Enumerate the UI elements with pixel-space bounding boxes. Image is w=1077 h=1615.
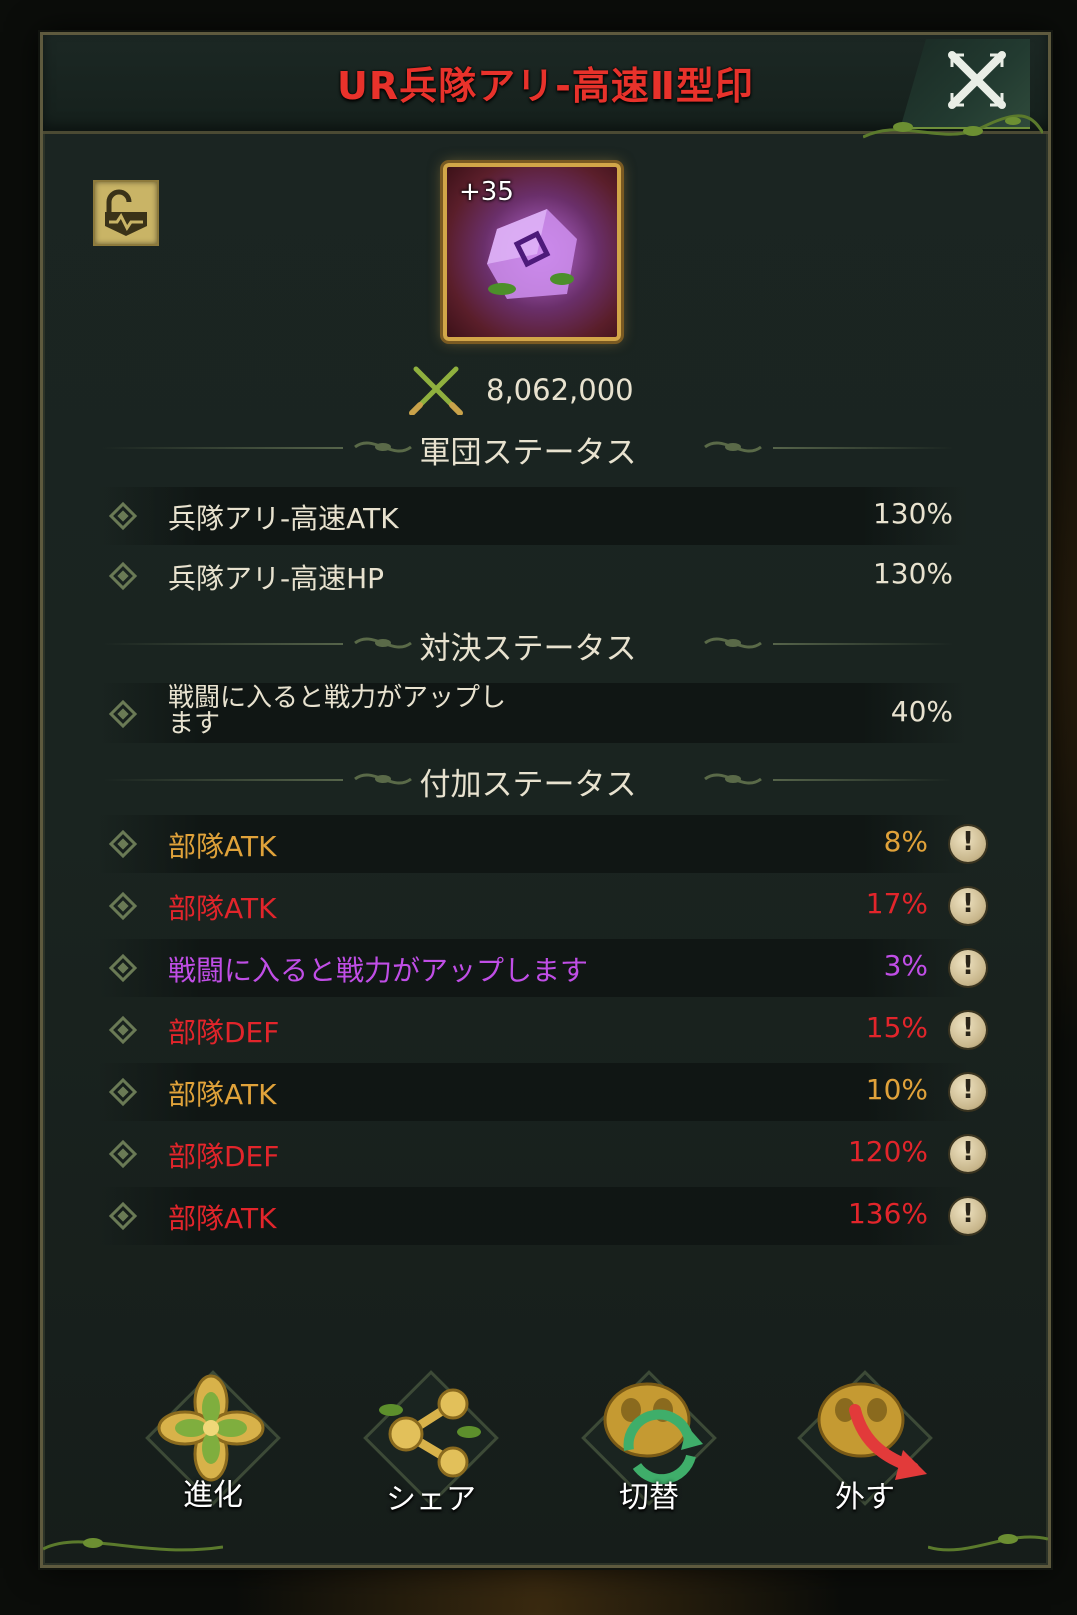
info-button[interactable]: !: [950, 950, 986, 986]
section-header-extra: 付加ステータス: [103, 759, 953, 803]
section-title-duel: 対決ステータス: [419, 631, 637, 667]
info-icon: !: [962, 1013, 974, 1043]
vine-decoration-icon: [43, 1538, 223, 1552]
info-button[interactable]: !: [950, 1012, 986, 1048]
diamond-bullet-icon: [108, 891, 138, 921]
stat-value: 136%: [847, 1197, 928, 1230]
close-icon: [948, 51, 1006, 109]
share-label: シェア: [386, 1482, 476, 1517]
ornament-icon: [704, 773, 762, 785]
diamond-bullet-icon: [108, 1015, 138, 1045]
extra-stat-row: 部隊DEF 120% !: [98, 1125, 986, 1183]
info-button[interactable]: !: [950, 1074, 986, 1110]
legion-stat-row: 兵隊アリ-高速HP 130%: [98, 547, 968, 605]
diamond-bullet-icon: [108, 829, 138, 859]
stat-name: 戦闘に入ると戦力がアップします: [168, 954, 589, 987]
extra-stat-row: 戦闘に入ると戦力がアップします 3% !: [98, 939, 986, 997]
title-bar: UR兵隊アリ-高速Ⅱ型印: [43, 35, 1048, 139]
info-button[interactable]: !: [950, 888, 986, 924]
extra-stat-row: 部隊ATK 10% !: [98, 1063, 986, 1121]
vine-decoration-icon: [863, 114, 1043, 139]
stat-value: 10%: [865, 1073, 928, 1106]
evolve-button[interactable]: 進化: [143, 1370, 283, 1530]
item-title: UR兵隊アリ-高速Ⅱ型印: [337, 64, 754, 108]
diamond-bullet-icon: [108, 501, 138, 531]
share-icon: [379, 1388, 481, 1478]
rune-crystal-icon: [487, 209, 577, 299]
lock-button[interactable]: [93, 180, 159, 246]
legion-stat-row: 兵隊アリ-高速ATK 130%: [98, 487, 968, 545]
info-button[interactable]: !: [950, 1198, 986, 1234]
stat-name: 部隊DEF: [168, 1016, 280, 1049]
ornament-icon: [704, 637, 762, 649]
info-icon: !: [962, 1137, 974, 1167]
power-value: 8,062,000: [486, 373, 634, 407]
diamond-bullet-icon: [108, 1077, 138, 1107]
info-icon: !: [962, 1199, 974, 1229]
stat-name: 部隊ATK: [168, 1078, 277, 1111]
extra-stat-row: 部隊ATK 8% !: [98, 815, 986, 873]
diamond-bullet-icon: [108, 1201, 138, 1231]
stat-value: 130%: [872, 497, 953, 530]
info-icon: !: [962, 951, 974, 981]
stat-name: 部隊ATK: [168, 892, 277, 925]
stat-name: 戦闘に入ると戦力がアップし ます: [168, 683, 507, 739]
extra-stat-row: 部隊ATK 136% !: [98, 1187, 986, 1245]
diamond-bullet-icon: [108, 953, 138, 983]
stat-value: 3%: [883, 949, 928, 982]
evolve-label: 進化: [183, 1478, 243, 1513]
extra-stat-row: 部隊DEF 15% !: [98, 1001, 986, 1059]
item-icon: +35: [443, 163, 621, 341]
remove-button[interactable]: 外す: [795, 1370, 935, 1530]
section-title-extra: 付加ステータス: [419, 767, 637, 803]
power-display: 8,062,000: [408, 365, 668, 415]
vine-decoration-icon: [928, 1534, 1048, 1552]
ornament-icon: [704, 441, 762, 453]
swap-button[interactable]: 切替: [579, 1370, 719, 1530]
section-header-duel: 対決ステータス: [103, 623, 953, 667]
remove-label: 外す: [835, 1480, 895, 1515]
share-button[interactable]: シェア: [361, 1370, 501, 1530]
info-button[interactable]: !: [950, 826, 986, 862]
info-icon: !: [962, 1075, 974, 1105]
stat-value: 120%: [847, 1135, 928, 1168]
diamond-bullet-icon: [108, 699, 138, 729]
item-detail-panel: UR兵隊アリ-高速Ⅱ型印 +35 8,062,000 軍団ステータス 兵隊アリ-…: [40, 32, 1051, 1568]
swap-label: 切替: [619, 1480, 679, 1515]
stat-name: 部隊ATK: [168, 1202, 277, 1235]
stat-value: 130%: [872, 557, 953, 590]
diamond-bullet-icon: [108, 1139, 138, 1169]
stat-value: 17%: [865, 887, 928, 920]
stat-name: 兵隊アリ-高速ATK: [168, 502, 399, 535]
info-icon: !: [962, 889, 974, 919]
info-button[interactable]: !: [950, 1136, 986, 1172]
stat-name: 部隊DEF: [168, 1140, 280, 1173]
duel-stat-row: 戦闘に入ると戦力がアップし ます 40%: [98, 683, 968, 743]
diamond-bullet-icon: [108, 561, 138, 591]
section-header-legion: 軍団ステータス: [103, 427, 953, 471]
stat-name: 兵隊アリ-高速HP: [168, 562, 385, 595]
stat-name: 部隊ATK: [168, 830, 277, 863]
info-icon: !: [962, 827, 974, 857]
unlock-icon: [105, 189, 147, 236]
extra-stat-row: 部隊ATK 17% !: [98, 877, 986, 935]
crossed-swords-icon: [409, 366, 463, 415]
stat-value: 8%: [883, 825, 928, 858]
stat-value: 15%: [865, 1011, 928, 1044]
section-title-legion: 軍団ステータス: [419, 435, 637, 471]
stat-value: 40%: [890, 695, 953, 728]
